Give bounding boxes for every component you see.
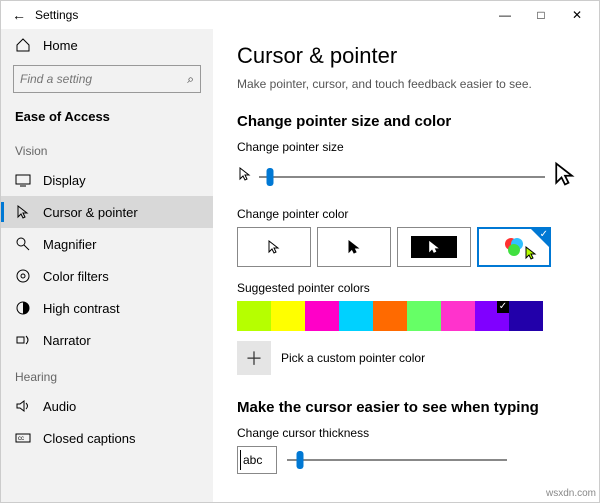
captions-icon: cc — [15, 430, 31, 446]
narrator-icon — [15, 332, 31, 348]
cursor-small-icon — [237, 166, 253, 187]
titlebar: ← Settings ― □ ✕ — [1, 1, 599, 29]
close-button[interactable]: ✕ — [559, 8, 595, 22]
sidebar-item-label: Magnifier — [43, 237, 96, 252]
label-suggested: Suggested pointer colors — [237, 281, 579, 295]
cursor-inverted-icon — [427, 240, 441, 254]
sidebar-item-label: Narrator — [43, 333, 91, 348]
sidebar-item-display[interactable]: Display — [1, 164, 213, 196]
content: Cursor & pointer Make pointer, cursor, a… — [213, 29, 599, 502]
sidebar-item-label: Audio — [43, 399, 76, 414]
swatch-6[interactable] — [441, 301, 475, 331]
add-custom-color-button[interactable]: ＋ — [237, 341, 271, 375]
category-label: Ease of Access — [1, 103, 213, 138]
sidebar-item-label: Display — [43, 173, 86, 188]
color-filters-icon — [15, 268, 31, 284]
swatch-5[interactable] — [407, 301, 441, 331]
swatch-7[interactable] — [475, 301, 509, 331]
sidebar: Home ⌕ Ease of Access Vision Display Cur… — [1, 29, 213, 502]
section-vision: Vision — [1, 138, 213, 164]
suggested-swatches — [237, 301, 579, 331]
pointer-color-white[interactable] — [237, 227, 311, 267]
pointer-color-inverted[interactable] — [397, 227, 471, 267]
sidebar-item-label: Color filters — [43, 269, 109, 284]
abc-text: abc — [243, 453, 262, 467]
sidebar-item-cursor-pointer[interactable]: Cursor & pointer — [1, 196, 213, 228]
pointer-size-slider[interactable] — [259, 167, 545, 187]
color-wheel-icon — [505, 238, 523, 256]
section-hearing: Hearing — [1, 364, 213, 390]
home-label: Home — [43, 38, 78, 53]
cursor-black-icon — [346, 239, 362, 255]
home-icon — [15, 37, 31, 53]
sidebar-item-closed-captions[interactable]: cc Closed captions — [1, 422, 213, 454]
minimize-button[interactable]: ― — [487, 8, 523, 22]
search-input[interactable] — [20, 72, 187, 86]
app-title: Settings — [35, 8, 78, 22]
swatch-3[interactable] — [339, 301, 373, 331]
label-thickness: Change cursor thickness — [237, 426, 579, 440]
sidebar-item-color-filters[interactable]: Color filters — [1, 260, 213, 292]
pick-custom-label: Pick a custom pointer color — [281, 351, 425, 365]
watermark: wsxdn.com — [546, 488, 596, 499]
cursor-thickness-slider[interactable] — [287, 450, 507, 470]
sidebar-item-narrator[interactable]: Narrator — [1, 324, 213, 356]
page-title: Cursor & pointer — [237, 43, 579, 69]
swatch-4[interactable] — [373, 301, 407, 331]
label-pointer-size: Change pointer size — [237, 140, 579, 154]
home-link[interactable]: Home — [1, 29, 213, 61]
cursor-large-icon — [551, 160, 579, 193]
display-icon — [15, 172, 31, 188]
sidebar-item-audio[interactable]: Audio — [1, 390, 213, 422]
audio-icon — [15, 398, 31, 414]
pointer-color-custom[interactable]: ✓ — [477, 227, 551, 267]
swatch-0[interactable] — [237, 301, 271, 331]
swatch-1[interactable] — [271, 301, 305, 331]
page-subtitle: Make pointer, cursor, and touch feedback… — [237, 77, 579, 91]
swatch-8[interactable] — [509, 301, 543, 331]
search-icon: ⌕ — [187, 72, 194, 87]
search-box[interactable]: ⌕ — [13, 65, 201, 93]
cursor-icon — [15, 204, 31, 220]
sidebar-item-magnifier[interactable]: Magnifier — [1, 228, 213, 260]
sidebar-item-high-contrast[interactable]: High contrast — [1, 292, 213, 324]
cursor-colored-icon — [523, 245, 539, 261]
maximize-button[interactable]: □ — [523, 8, 559, 22]
sidebar-item-label: High contrast — [43, 301, 120, 316]
cursor-white-icon — [266, 239, 282, 255]
label-pointer-color: Change pointer color — [237, 207, 579, 221]
contrast-icon — [15, 300, 31, 316]
thickness-preview: abc — [237, 446, 277, 474]
pointer-color-black[interactable] — [317, 227, 391, 267]
sidebar-item-label: Closed captions — [43, 431, 136, 446]
swatch-2[interactable] — [305, 301, 339, 331]
section-size-color: Change pointer size and color — [237, 113, 579, 130]
magnifier-icon — [15, 236, 31, 252]
svg-text:cc: cc — [18, 436, 24, 442]
sidebar-item-label: Cursor & pointer — [43, 205, 138, 220]
section-typing: Make the cursor easier to see when typin… — [237, 399, 579, 416]
back-button[interactable]: ← — [5, 7, 33, 23]
